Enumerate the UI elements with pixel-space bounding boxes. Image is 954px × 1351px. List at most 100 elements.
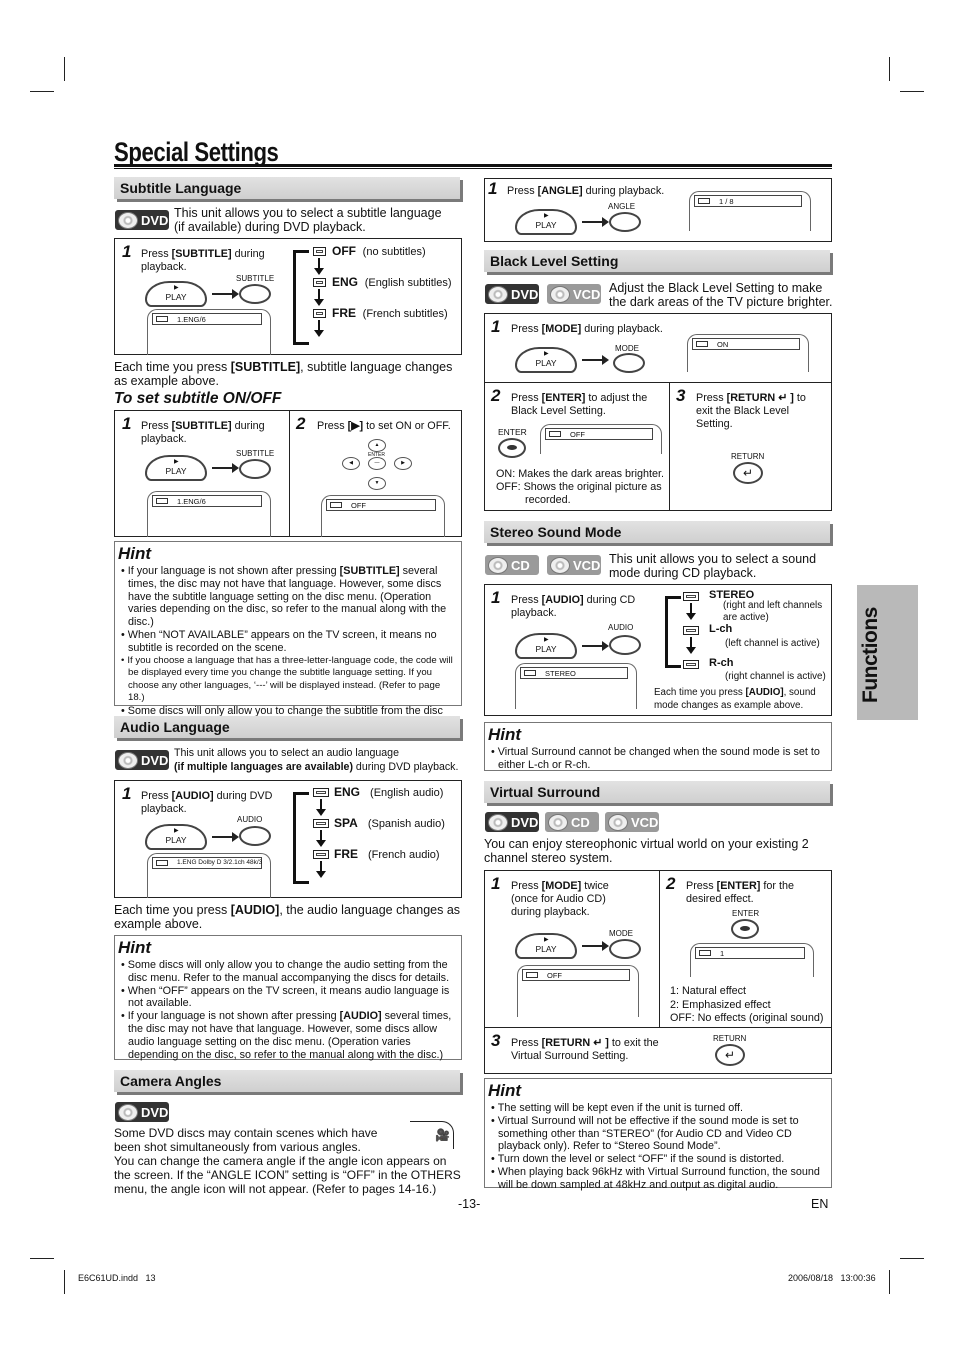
tv-osd: STEREO	[520, 667, 628, 679]
text-fragment: Each time you press	[114, 903, 231, 917]
option-code: L-ch	[709, 623, 733, 635]
step-box-angle: 1 Press [ANGLE] during playback. PLAY AN…	[484, 178, 832, 242]
text-fragment: OFF	[547, 971, 562, 980]
hint-item: Some discs will only allow you to change…	[118, 959, 458, 985]
hint-item: When playing back 96kHz with Virtual Sur…	[488, 1166, 828, 1192]
text-fragment: Press	[696, 392, 727, 404]
text-fragment: PLAY	[535, 644, 557, 654]
option-code: SPA	[334, 816, 358, 830]
text-fragment: Press	[511, 1037, 542, 1049]
tv-screen: OFF	[321, 495, 445, 537]
text-fragment: (French subtitles)	[362, 308, 448, 320]
surround-icon	[526, 972, 538, 978]
audio-after-text: Each time you press [AUDIO], the audio l…	[114, 903, 464, 931]
option-fre: FRE (French audio)	[334, 847, 440, 861]
text-fragment: to set ON or OFF.	[363, 420, 451, 432]
crop-mark	[900, 1258, 924, 1259]
subtitle-icon	[313, 247, 326, 256]
down-arrow-icon	[316, 830, 326, 847]
text-fragment: STEREO	[545, 669, 576, 678]
cycle-bracket	[665, 596, 681, 668]
intro-text: This unit allows you to select a sound m…	[609, 552, 817, 580]
text-fragment: OFF	[351, 501, 366, 510]
button-label: ENTER	[498, 427, 527, 437]
divider	[669, 382, 670, 511]
text-fragment: during DVD playback.	[352, 761, 459, 773]
step-number: 1	[122, 784, 132, 803]
step-box-subtitle-on-off: 1 Press [SUBTITLE] during playback. PLAY…	[114, 410, 462, 537]
text-fragment: [RETURN ↵ ]	[541, 1037, 609, 1049]
tv-screen: 1 / 8	[689, 191, 811, 231]
disc-icon	[118, 752, 138, 769]
tv-screen: OFF	[540, 424, 662, 454]
hint-box-surround: Hint The setting will be kept even if th…	[484, 1078, 832, 1191]
subtitle-button-icon	[239, 284, 271, 304]
text-fragment: Press	[317, 420, 348, 432]
enter-button-icon: —	[368, 457, 386, 470]
dvd-badge: DVD	[114, 749, 170, 771]
hint-box-stereo: Hint Virtual Surround cannot be changed …	[484, 722, 832, 771]
step-text: Press [ENTER] to adjust the Black Level …	[511, 392, 666, 418]
hint-title: Hint	[118, 938, 152, 957]
button-label: AUDIO	[608, 623, 634, 632]
cd-badge: CD	[484, 554, 540, 576]
disc-icon	[550, 557, 570, 574]
down-arrow-icon	[314, 258, 324, 275]
audio-icon	[156, 860, 168, 866]
footer-timestamp: 2006/08/18 13:00:36	[788, 1273, 876, 1283]
vcd-badge: VCD	[546, 283, 602, 305]
step-box-black-level: 1 Press [MODE] during playback. PLAY MOD…	[484, 313, 832, 511]
step-text: Press [SUBTITLE] during playback.	[141, 420, 281, 446]
section-heading-subtitle-language: Subtitle Language	[114, 177, 460, 199]
footer-file: E6C61UD.indd 13	[78, 1273, 156, 1283]
text-fragment: [MODE]	[541, 880, 582, 892]
button-label: SUBTITLE	[236, 274, 275, 283]
play-button: PLAY	[515, 209, 577, 235]
dvd-badge: DVD	[484, 811, 540, 833]
arrow-icon	[582, 355, 609, 365]
play-button: PLAY	[515, 633, 577, 659]
step-number: 2	[296, 414, 306, 433]
button-label: SUBTITLE	[236, 449, 275, 458]
tv-screen: OFF	[517, 965, 639, 1017]
disc-icon	[118, 212, 138, 229]
tv-osd: 1.ENG/6	[152, 313, 262, 325]
arrow-icon	[212, 463, 239, 473]
subtitle-icon	[330, 502, 342, 508]
effect-item: 1: Natural effect	[670, 985, 747, 997]
audio-icon	[683, 660, 699, 669]
step-number: 1	[491, 874, 501, 893]
text-fragment: [ENTER]	[716, 880, 761, 892]
step-number: 1	[491, 317, 501, 336]
step-text: Press [AUDIO] during CD playback.	[511, 594, 651, 620]
button-label: RETURN	[731, 452, 765, 461]
step-text: Press [SUBTITLE] during playback.	[141, 248, 281, 274]
tv-screen: STEREO	[515, 663, 637, 709]
badge-label: CD	[511, 558, 530, 573]
text-fragment: Press	[507, 185, 538, 197]
text-fragment: during playback.	[582, 185, 665, 197]
text-fragment: 1.ENG/6	[177, 497, 206, 506]
text-fragment: Each time you press	[114, 360, 231, 374]
option-rch-desc: (right channel is active)	[725, 671, 826, 682]
crop-mark	[64, 1270, 65, 1294]
enter-button-icon	[731, 919, 759, 939]
intro-line: This unit allows you to select a subtitl…	[174, 206, 442, 220]
stereo-after-text: Each time you press [AUDIO], sound mode …	[654, 687, 832, 712]
option-eng: ENG (English subtitles)	[332, 275, 452, 289]
step-text: Press [MODE] during playback.	[511, 323, 663, 336]
arrow-icon	[582, 941, 609, 951]
down-arrow-icon	[314, 320, 324, 337]
badge-label: CD	[571, 815, 590, 830]
text-fragment: OFF	[570, 430, 585, 439]
badge-label: DVD	[511, 287, 539, 302]
text-fragment: 1.ENG Dolby D 3/2.1ch 48k/3	[177, 859, 263, 866]
text-fragment: [AUDIO]	[230, 903, 280, 917]
crop-mark	[900, 91, 924, 92]
crop-mark	[64, 57, 65, 81]
option-spa: SPA (Spanish audio)	[334, 816, 445, 830]
text-fragment: (French audio)	[368, 849, 440, 861]
text-fragment: Press	[141, 420, 172, 432]
step-box-audio: 1 Press [AUDIO] during DVD playback. PLA…	[114, 780, 462, 898]
dvd-badge: DVD	[114, 209, 170, 231]
